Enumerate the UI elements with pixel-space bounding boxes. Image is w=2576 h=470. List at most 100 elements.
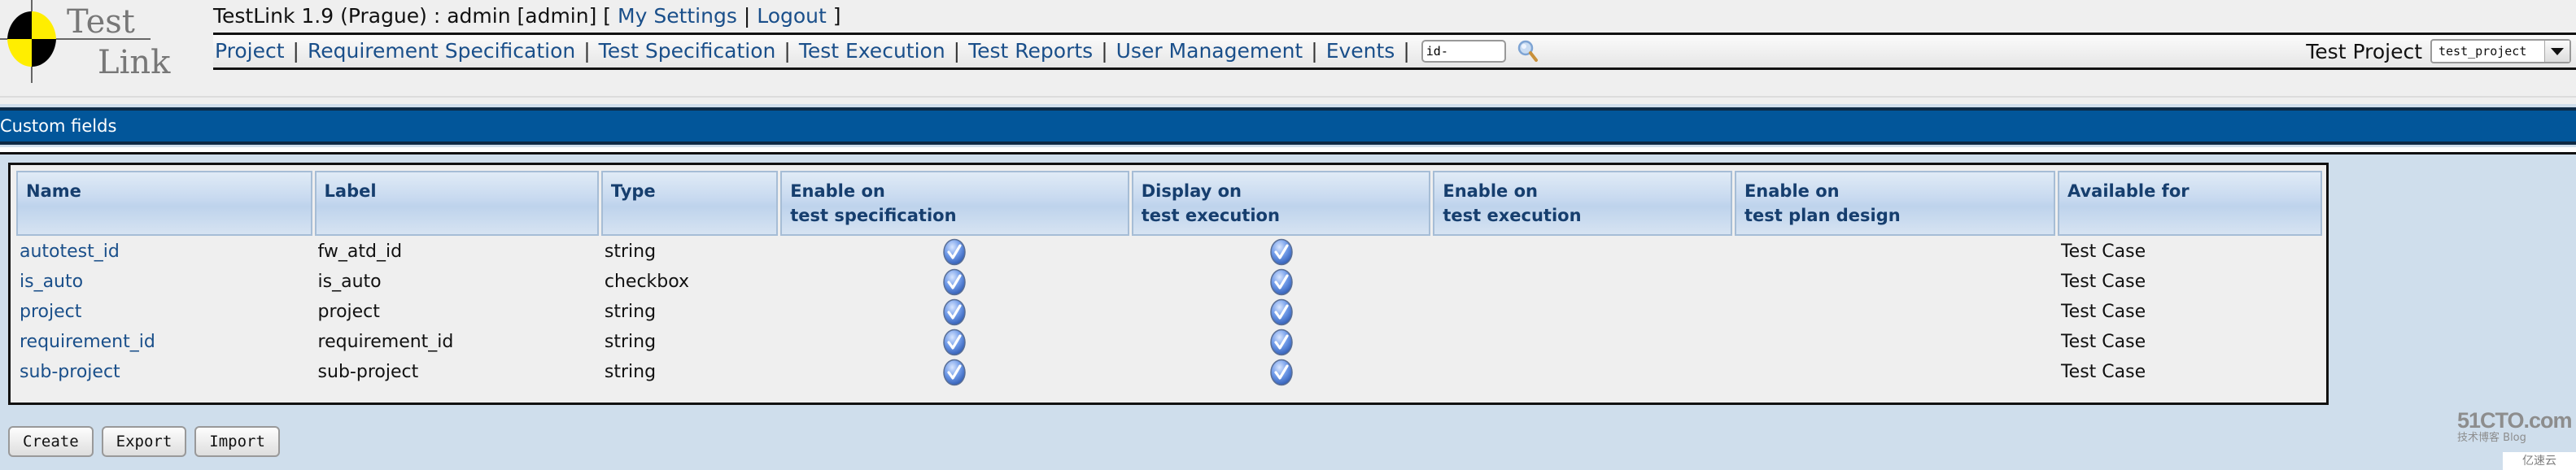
cell-enable-spec [780, 238, 1129, 266]
table-body: autotest_id fw_atd_id string Test Case is_a… [16, 238, 2322, 386]
column-header-enable-plan-design[interactable]: Enable on test plan design [1734, 171, 2055, 236]
checkmark-icon [1269, 359, 1293, 386]
export-button[interactable]: Export [101, 426, 187, 457]
custom-field-link[interactable]: is_auto [20, 272, 83, 292]
cell-label: project [317, 302, 380, 322]
chevron-down-icon[interactable] [2544, 41, 2569, 62]
cell-label: fw_atd_id [317, 242, 403, 262]
column-header-label[interactable]: Label [314, 171, 599, 236]
cell-available-for: Test Case [2060, 332, 2146, 352]
cell-enable-exec [1433, 268, 1732, 296]
custom-fields-table: Name Label Type Enable on test specificat… [14, 168, 2325, 389]
nav-test-execution[interactable]: Test Execution [799, 35, 945, 67]
checkmark-icon [1269, 298, 1293, 326]
test-project-label: Test Project [2306, 39, 2422, 63]
cell-enable-plan [1735, 268, 2055, 296]
cell-enable-plan [1735, 359, 2055, 386]
nav-links: Project | Requirement Specification | Te… [215, 35, 1540, 67]
table-row: project project string Test Case [16, 298, 2322, 326]
test-project-selected-value: test_project [2438, 44, 2527, 59]
import-button[interactable]: Import [194, 426, 280, 457]
cell-name: project [16, 298, 312, 326]
nav-requirement-specification[interactable]: Requirement Specification [308, 35, 575, 67]
nav-project[interactable]: Project [215, 35, 285, 67]
app-title-line: TestLink 1.9 (Prague) : admin [admin] [ … [213, 4, 841, 28]
cell-enable-plan [1735, 238, 2055, 266]
testcase-id-search-input[interactable] [1421, 40, 1506, 63]
checkmark-icon [943, 298, 967, 326]
create-button[interactable]: Create [8, 426, 94, 457]
cell-type: string [604, 332, 657, 352]
cell-label: is_auto [317, 272, 382, 292]
my-settings-link[interactable]: My Settings [618, 4, 737, 28]
cell-available-for: Test Case [2060, 302, 2146, 322]
column-header-available-for[interactable]: Available for [2057, 171, 2322, 236]
page-title: Custom fields [0, 116, 117, 136]
column-header-name[interactable]: Name [16, 171, 312, 236]
cell-enable-exec [1433, 359, 1732, 386]
nav-events[interactable]: Events [1326, 35, 1395, 67]
cell-enable-plan [1735, 329, 2055, 356]
column-header-type[interactable]: Type [600, 171, 779, 236]
watermark-yisu: 亿速云 [2503, 452, 2576, 470]
magnifier-icon[interactable] [1516, 39, 1540, 63]
cell-enable-exec [1433, 238, 1732, 266]
cell-enable-spec [780, 298, 1129, 326]
checkmark-icon [1269, 329, 1293, 356]
page-title-bar: Custom fields [0, 107, 2576, 145]
cell-enable-spec [780, 329, 1129, 356]
checkmark-icon [943, 238, 967, 266]
table-row: is_auto is_auto checkbox Test Case [16, 268, 2322, 296]
cell-name: autotest_id [16, 238, 312, 266]
checkmark-icon [943, 268, 967, 296]
table-header-row: Name Label Type Enable on test specificat… [16, 171, 2322, 236]
top-header: Test Link TestLink 1.9 (Prague) : admin … [0, 0, 2576, 104]
cell-label: requirement_id [317, 332, 454, 352]
column-header-display-test-exec[interactable]: Display on test execution [1131, 171, 1431, 236]
main-navbar: Project | Requirement Specification | Te… [213, 33, 2576, 70]
logout-link[interactable]: Logout [757, 4, 827, 28]
cell-enable-exec [1433, 329, 1732, 356]
checkmark-icon [943, 359, 967, 386]
svg-text:Test: Test [67, 3, 135, 41]
checkmark-icon [1269, 268, 1293, 296]
custom-fields-panel: Name Label Type Enable on test specificat… [8, 163, 2329, 405]
cell-available-for: Test Case [2060, 362, 2146, 382]
custom-field-link[interactable]: autotest_id [20, 242, 120, 262]
cell-type: string [604, 242, 657, 262]
custom-field-link[interactable]: requirement_id [20, 332, 155, 352]
cell-display-exec [1132, 359, 1431, 386]
custom-field-link[interactable]: project [20, 302, 81, 322]
cell-available-for: Test Case [2060, 242, 2146, 262]
watermark-logo: 51CTO.com [2457, 408, 2573, 433]
nav-test-specification[interactable]: Test Specification [599, 35, 776, 67]
cell-label: sub-project [317, 362, 419, 382]
cell-name: is_auto [16, 268, 312, 296]
header-divider [0, 96, 2576, 106]
table-row: requirement_id requirement_id string Test … [16, 329, 2322, 356]
app-title: TestLink 1.9 (Prague) : admin [admin] [213, 4, 597, 28]
cell-enable-spec [780, 268, 1129, 296]
cell-type: string [604, 302, 657, 322]
cell-display-exec [1132, 298, 1431, 326]
cell-enable-spec [780, 359, 1129, 386]
cell-display-exec [1132, 238, 1431, 266]
column-header-enable-test-spec[interactable]: Enable on test specification [780, 171, 1129, 236]
svg-text:Link: Link [98, 44, 171, 81]
testlink-logo[interactable]: Test Link [0, 0, 175, 89]
checkmark-icon [1269, 238, 1293, 266]
column-header-enable-test-exec[interactable]: Enable on test execution [1433, 171, 1732, 236]
cell-name: requirement_id [16, 329, 312, 356]
cell-display-exec [1132, 329, 1431, 356]
cell-name: sub-project [16, 359, 312, 386]
nav-test-reports[interactable]: Test Reports [968, 35, 1093, 67]
cell-type: checkbox [604, 272, 690, 292]
cell-enable-plan [1735, 298, 2055, 326]
custom-field-link[interactable]: sub-project [20, 362, 120, 382]
test-project-select[interactable]: test_project [2430, 39, 2571, 63]
test-project-selector: Test Project test_project [2306, 35, 2571, 67]
cell-display-exec [1132, 268, 1431, 296]
cell-enable-exec [1433, 298, 1732, 326]
watermark: 51CTO.com 技术博客 Blog 亿速云 [2457, 408, 2576, 470]
nav-user-management[interactable]: User Management [1116, 35, 1303, 67]
